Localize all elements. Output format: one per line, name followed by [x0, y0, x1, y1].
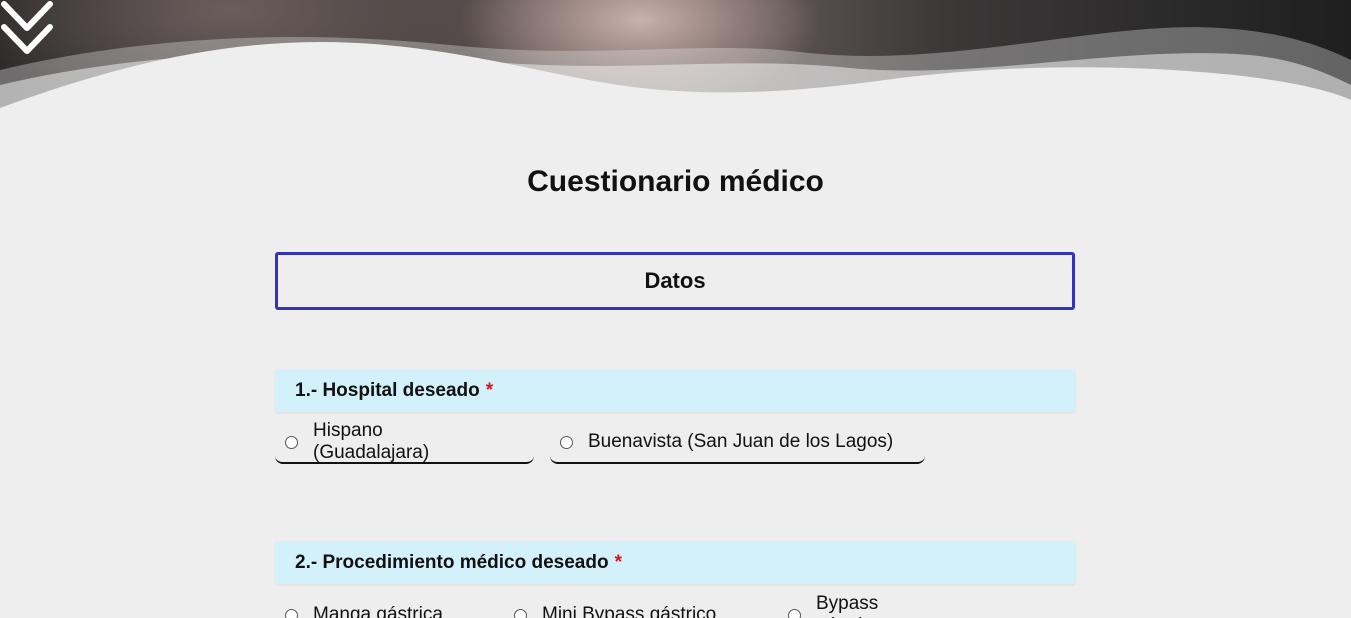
radio-option-buenavista[interactable]: Buenavista (San Juan de los Lagos): [550, 422, 925, 464]
question-header: 2.- Procedimiento médico deseado *: [275, 541, 1075, 584]
radio-button[interactable]: [560, 435, 573, 449]
radio-button[interactable]: [788, 608, 801, 618]
required-mark: *: [485, 379, 494, 401]
double-chevron-down-icon[interactable]: [0, 0, 54, 58]
radio-button[interactable]: [514, 608, 527, 618]
hero-banner: [0, 0, 1351, 120]
radio-option-label: Manga gástrica: [313, 604, 443, 618]
radio-option-label: Hispano (Guadalajara): [313, 420, 430, 463]
radio-button[interactable]: [285, 608, 298, 618]
question-label: 2.- Procedimiento médico deseado: [295, 551, 609, 573]
radio-group-hospital: Hispano (Guadalajara) Buenavista (San Ju…: [275, 420, 1075, 464]
question-label: 1.- Hospital deseado: [295, 379, 480, 401]
radio-option-bypass[interactable]: Bypass gástrico: [778, 593, 978, 618]
required-mark: *: [614, 551, 622, 573]
wave-divider: [0, 27, 1351, 120]
radio-option-label: Mini Bypass gástrico: [542, 604, 717, 618]
question-header: 1.- Hospital deseado *: [275, 369, 1075, 412]
radio-option-mini-bypass[interactable]: Mini Bypass gástrico: [504, 594, 762, 618]
section-header-datos: Datos: [275, 252, 1075, 310]
question-procedimiento: 2.- Procedimiento médico deseado * Manga…: [275, 541, 1075, 618]
page-title: Cuestionario médico: [527, 165, 824, 198]
radio-option-hispano[interactable]: Hispano (Guadalajara): [275, 420, 534, 464]
question-hospital: 1.- Hospital deseado * Hispano (Guadalaj…: [275, 369, 1075, 464]
radio-option-label: Bypass gástrico: [816, 593, 883, 618]
radio-button[interactable]: [285, 435, 298, 449]
radio-option-manga-gastrica[interactable]: Manga gástrica: [275, 594, 488, 618]
section-label: Datos: [644, 268, 706, 293]
page: Cuestionario médico Datos 1.- Hospital d…: [0, 0, 1351, 618]
radio-group-procedimiento: Manga gástrica Mini Bypass gástrico Bypa…: [275, 593, 1075, 618]
radio-option-label: Buenavista (San Juan de los Lagos): [588, 431, 894, 452]
